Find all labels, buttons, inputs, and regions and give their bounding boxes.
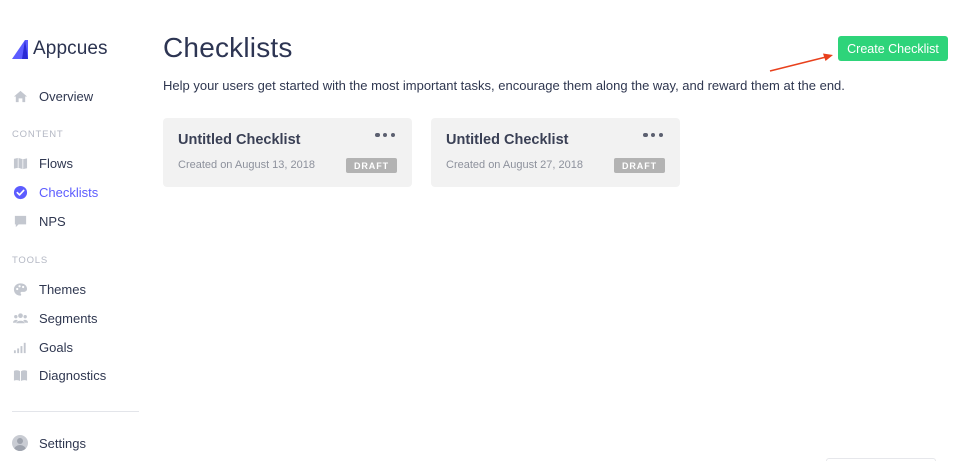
palette-icon [12, 281, 28, 297]
map-icon [12, 155, 28, 171]
more-options-icon[interactable] [375, 129, 395, 141]
more-options-icon[interactable] [643, 129, 663, 141]
checklist-created-date: Created on August 13, 2018 [178, 159, 315, 171]
page-description: Help your users get started with the mos… [163, 78, 845, 93]
checklist-card[interactable]: Untitled Checklist Created on August 13,… [163, 118, 412, 187]
checklist-created-date: Created on August 27, 2018 [446, 159, 583, 171]
sidebar-item-label: Settings [39, 435, 86, 451]
sidebar-item-checklists[interactable]: Checklists [12, 182, 98, 202]
brand-name: Appcues [33, 38, 108, 59]
sidebar-item-segments[interactable]: Segments [12, 308, 98, 328]
chat-icon [12, 213, 28, 229]
sidebar-divider [12, 411, 139, 412]
checklist-title: Untitled Checklist [178, 132, 301, 148]
checklist-card[interactable]: Untitled Checklist Created on August 27,… [431, 118, 680, 187]
sidebar: Appcues Overview CONTENT Flows Checklist… [0, 0, 150, 461]
section-title-tools: TOOLS [12, 255, 49, 266]
sidebar-item-overview[interactable]: Overview [12, 86, 93, 106]
sidebar-item-label: Diagnostics [39, 367, 107, 383]
sidebar-item-label: Themes [39, 281, 86, 297]
page-title: Checklists [163, 32, 293, 63]
users-icon [12, 310, 28, 326]
sidebar-item-settings[interactable]: Settings [12, 433, 86, 453]
appcues-logo[interactable]: Appcues [12, 38, 108, 60]
section-title-content: CONTENT [12, 129, 64, 140]
signal-bars-icon [12, 339, 28, 355]
sidebar-item-label: NPS [39, 213, 66, 229]
sidebar-item-label: Segments [39, 310, 98, 326]
appcues-logo-icon [12, 39, 28, 59]
status-badge: DRAFT [614, 158, 665, 173]
sidebar-item-goals[interactable]: Goals [12, 337, 73, 357]
checklist-title: Untitled Checklist [446, 132, 569, 148]
sidebar-item-label: Checklists [39, 184, 99, 200]
home-icon [12, 88, 28, 104]
sidebar-item-label: Overview [39, 88, 94, 104]
sidebar-item-label: Flows [39, 155, 73, 171]
annotation-arrow [769, 53, 833, 72]
status-badge: DRAFT [346, 158, 397, 173]
create-checklist-button[interactable]: Create Checklist [838, 36, 948, 61]
avatar [12, 435, 28, 451]
check-circle-icon [12, 184, 28, 200]
sidebar-item-label: Goals [39, 339, 73, 355]
sidebar-item-diagnostics[interactable]: Diagnostics [12, 365, 106, 385]
book-icon [12, 367, 28, 383]
sidebar-item-themes[interactable]: Themes [12, 279, 86, 299]
sidebar-item-flows[interactable]: Flows [12, 153, 73, 173]
sidebar-item-nps[interactable]: NPS [12, 211, 66, 231]
